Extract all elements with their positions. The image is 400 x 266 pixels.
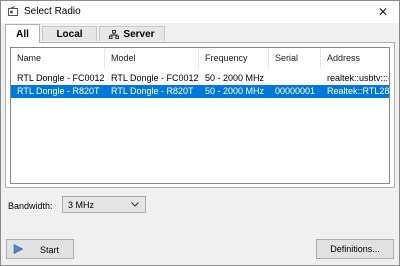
cell-address: Realtek::RTL2838UHIDIR — [327, 86, 390, 96]
list-item[interactable]: RTL Dongle - FC0012 RTL Dongle - FC0012 … — [11, 72, 390, 85]
tab-server-label: Server — [123, 28, 155, 40]
cell-model: RTL Dongle - FC0012 — [111, 73, 199, 83]
bandwidth-select[interactable]: 3 MHz — [62, 196, 146, 213]
column-header-model[interactable]: Model — [105, 48, 199, 68]
tab-server[interactable]: Server — [99, 26, 165, 41]
radio-list[interactable]: Name Model Frequency Serial Address RTL … — [10, 47, 390, 184]
cell-address: realtek::usbtv:::-1 — [327, 73, 390, 83]
cell-model: RTL Dongle - R820T — [111, 86, 194, 96]
network-icon — [109, 29, 120, 39]
cell-name: RTL Dongle - R820T — [17, 86, 100, 96]
tab-local-label: Local — [56, 28, 83, 40]
tab-panel-all: Name Model Frequency Serial Address RTL … — [5, 42, 395, 188]
list-item-selected[interactable]: RTL Dongle - R820T RTL Dongle - R820T 50… — [11, 85, 390, 98]
title-bar: Select Radio ✕ — [1, 1, 399, 23]
tab-all[interactable]: All — [5, 24, 40, 43]
close-icon: ✕ — [377, 5, 389, 19]
window-title: Select Radio — [24, 6, 81, 17]
close-button[interactable]: ✕ — [371, 1, 395, 23]
cell-frequency: 50 - 2000 MHz — [205, 86, 265, 96]
play-icon — [13, 244, 23, 254]
select-radio-window: Select Radio ✕ All Local Server Name Mod… — [0, 0, 400, 266]
start-button-label: Start — [40, 245, 60, 255]
start-button[interactable]: Start — [6, 239, 74, 259]
cell-serial — [269, 72, 321, 85]
bandwidth-value: 3 MHz — [68, 200, 95, 210]
column-header-frequency[interactable]: Frequency — [199, 48, 269, 68]
column-header-name[interactable]: Name — [11, 48, 105, 68]
cell-serial: 00000001 — [275, 86, 316, 96]
definitions-button-label: Definitions... — [330, 244, 380, 254]
list-header: Name Model Frequency Serial Address — [11, 48, 389, 68]
chevron-down-icon — [131, 202, 139, 207]
column-header-address[interactable]: Address — [321, 48, 389, 68]
radio-app-icon — [8, 6, 18, 16]
definitions-button[interactable]: Definitions... — [316, 239, 394, 259]
bandwidth-label: Bandwidth: — [8, 201, 53, 211]
tab-strip: All Local Server — [5, 24, 395, 43]
tab-all-label: All — [16, 28, 29, 40]
cell-frequency: 50 - 2000 MHz — [205, 73, 265, 83]
column-header-serial[interactable]: Serial — [269, 48, 321, 68]
cell-name: RTL Dongle - FC0012 — [17, 73, 105, 83]
tab-local[interactable]: Local — [42, 26, 97, 41]
